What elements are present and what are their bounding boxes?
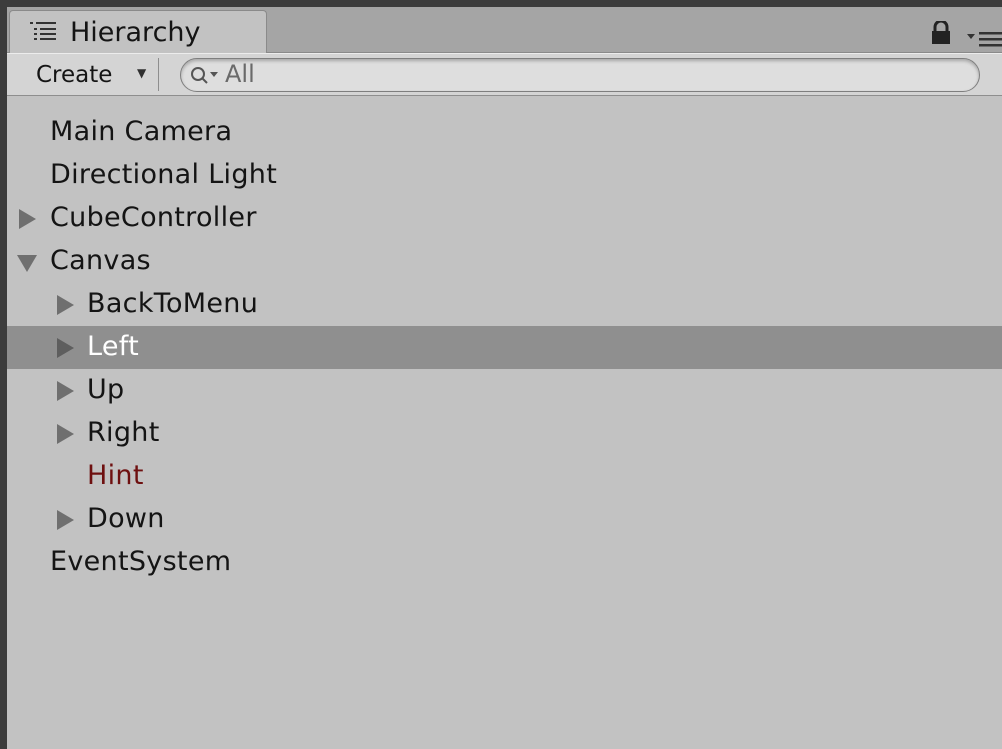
tree-item-label: Canvas (50, 245, 151, 276)
window-menu-icon[interactable] (967, 29, 1002, 47)
tree-item-label: Hint (87, 460, 144, 491)
hierarchy-toolbar: Create ▼ (7, 53, 1002, 96)
hierarchy-window: Hierarchy Create ▼ Main CameraDirectiona (7, 7, 1002, 749)
tree-item-label: Directional Light (50, 159, 278, 190)
tree-item-backtomenu[interactable]: BackToMenu (7, 283, 1002, 326)
tree-item-down[interactable]: Down (7, 498, 1002, 541)
tree-item-cubecontroller[interactable]: CubeController (7, 197, 1002, 240)
dropdown-arrow-icon: ▼ (137, 66, 147, 80)
collapsed-arrow-icon[interactable] (57, 424, 74, 444)
tree-item-up[interactable]: Up (7, 369, 1002, 412)
tree-item-label: BackToMenu (87, 288, 259, 319)
lock-icon[interactable] (931, 21, 951, 45)
tree-item-label: CubeController (50, 202, 257, 233)
tab-title: Hierarchy (70, 17, 201, 48)
collapsed-arrow-icon[interactable] (57, 510, 74, 530)
search-field[interactable] (180, 58, 980, 92)
collapsed-arrow-icon[interactable] (57, 338, 74, 358)
expanded-arrow-icon[interactable] (17, 255, 37, 272)
search-icon (191, 67, 218, 84)
tree-item-label: Up (87, 374, 125, 405)
tree-item-label: Right (87, 417, 160, 448)
tree-item-hint[interactable]: Hint (7, 455, 1002, 498)
tree-item-main-camera[interactable]: Main Camera (7, 111, 1002, 154)
tree-item-left[interactable]: Left (7, 326, 1002, 369)
tree-item-label: EventSystem (50, 546, 232, 577)
search-input[interactable] (225, 60, 925, 88)
hierarchy-list-icon (30, 22, 56, 40)
collapsed-arrow-icon[interactable] (19, 209, 36, 229)
tab-strip: Hierarchy (7, 7, 1002, 54)
create-dropdown-button[interactable]: Create ▼ (19, 58, 159, 91)
tree-item-canvas[interactable]: Canvas (7, 240, 1002, 283)
tab-hierarchy[interactable]: Hierarchy (9, 10, 267, 54)
collapsed-arrow-icon[interactable] (57, 381, 74, 401)
collapsed-arrow-icon[interactable] (57, 295, 74, 315)
tree-item-eventsystem[interactable]: EventSystem (7, 541, 1002, 584)
tree-item-right[interactable]: Right (7, 412, 1002, 455)
tree-item-label: Main Camera (50, 116, 233, 147)
tree-item-label: Down (87, 503, 165, 534)
create-label: Create (36, 62, 113, 88)
tree-item-directional-light[interactable]: Directional Light (7, 154, 1002, 197)
hierarchy-tree: Main Camera Directional Light CubeControll… (7, 111, 1002, 584)
tree-item-label: Left (87, 331, 139, 362)
